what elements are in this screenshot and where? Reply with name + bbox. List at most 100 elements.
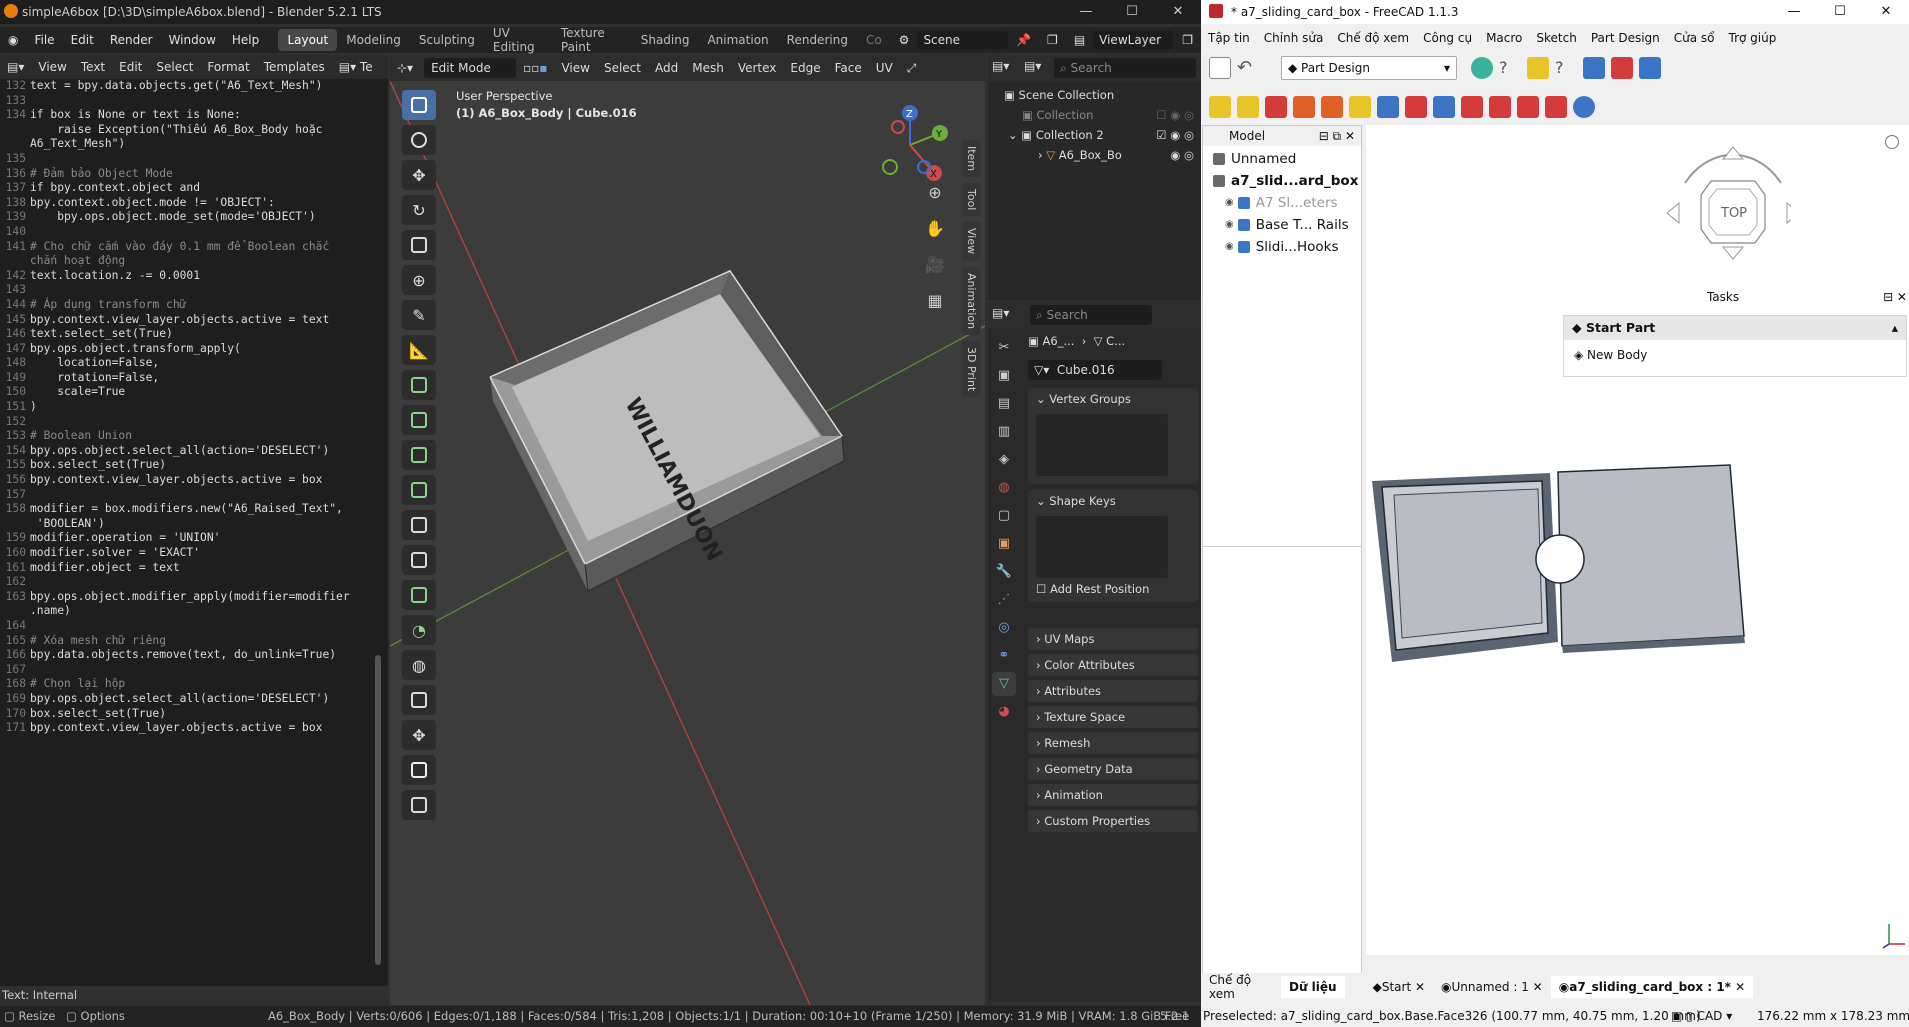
select-box-tool[interactable]: [402, 90, 436, 120]
sidebar-tab-3d-print[interactable]: 3D Print: [962, 340, 981, 397]
code-area[interactable]: 132 text = bpy.data.objects.get("A6_Text_…: [0, 79, 380, 736]
text-scrollbar[interactable]: [375, 655, 381, 965]
tab-sculpting[interactable]: Sculpting: [410, 29, 484, 51]
view-layer-props-icon[interactable]: ▥: [992, 420, 1016, 444]
scene-selector[interactable]: Scene: [917, 30, 1009, 50]
properties-search[interactable]: ⌕ Search: [1030, 305, 1152, 325]
fc-menu-item[interactable]: Sketch: [1529, 31, 1583, 45]
code-line[interactable]: 143: [0, 283, 380, 298]
tree-item[interactable]: ◉ Slidi...Hooks: [1203, 236, 1361, 258]
tab-compositing[interactable]: Co: [857, 29, 891, 51]
code-line[interactable]: 152: [0, 415, 380, 430]
camera-icon[interactable]: 🎥: [922, 252, 948, 278]
panel-attributes[interactable]: › Attributes: [1028, 680, 1198, 702]
3d-viewport[interactable]: ⊹▾ Edit Mode ▫▫▪ View Select Add Mesh Ve…: [390, 55, 985, 1005]
visibility-icon[interactable]: ◉: [1225, 214, 1234, 236]
code-line[interactable]: 151): [0, 400, 380, 415]
menu-window[interactable]: Window: [161, 33, 224, 47]
menu-file[interactable]: File: [26, 33, 62, 47]
navigation-cube[interactable]: TOP: [1661, 133, 1791, 263]
annotate-tool[interactable]: ✎: [402, 300, 436, 330]
groove-icon[interactable]: [1433, 96, 1455, 118]
pocket-icon[interactable]: [1377, 96, 1399, 118]
code-line[interactable]: 149 rotation=False,: [0, 371, 380, 386]
mesh-name-field[interactable]: ▽▾ Cube.016: [1028, 360, 1162, 380]
vp-menu-add[interactable]: Add: [648, 61, 685, 75]
fc-menu-item[interactable]: Part Design: [1584, 31, 1667, 45]
outliner-scene-collection[interactable]: ▣ Scene Collection: [994, 85, 1194, 105]
code-line[interactable]: 145 bpy.context.view_layer.objects.active…: [0, 313, 380, 328]
fc-menu-item[interactable]: Công cụ: [1416, 31, 1479, 45]
panel-geometry-data[interactable]: › Geometry Data: [1028, 758, 1198, 780]
view-layer-icon[interactable]: ▤: [1066, 33, 1093, 47]
outliner-search[interactable]: ⌕ Search: [1054, 58, 1196, 78]
transform-orientation-icon[interactable]: ⤢: [900, 61, 924, 76]
freecad-3d-view[interactable]: TOP: [1366, 125, 1909, 955]
scene-props-icon[interactable]: ◈: [992, 448, 1016, 472]
doc-tab-unnamed[interactable]: ◉ Unnamed : 1 ✕: [1433, 976, 1551, 998]
code-line[interactable]: 136 # Đảm bảo Object Mode: [0, 167, 380, 182]
sidebar-tab-view[interactable]: View: [962, 222, 981, 261]
visibility-icon[interactable]: ◉: [1225, 236, 1234, 258]
te-menu-view[interactable]: View: [31, 60, 73, 74]
hole-icon[interactable]: [1405, 96, 1427, 118]
subtractive-primitive-icon[interactable]: [1545, 96, 1567, 118]
pad-icon[interactable]: [1209, 96, 1231, 118]
code-line[interactable]: 165 # Xóa mesh chữ riêng: [0, 634, 380, 649]
menu-render[interactable]: Render: [102, 33, 161, 47]
new-body-action[interactable]: ◈ New Body: [1564, 340, 1906, 370]
fc-menu-item[interactable]: Macro: [1479, 31, 1529, 45]
close-icon[interactable]: ✕: [1155, 0, 1201, 24]
subtractive-pipe-icon[interactable]: [1489, 96, 1511, 118]
extrude-tool[interactable]: [402, 405, 436, 435]
grid-perspective-icon[interactable]: ▦: [922, 288, 948, 314]
inset-tool[interactable]: [402, 440, 436, 470]
bevel-tool[interactable]: [402, 475, 436, 505]
new-view-layer-icon[interactable]: ❐: [1174, 33, 1201, 47]
code-line[interactable]: 161 modifier.object = text: [0, 561, 380, 576]
code-line[interactable]: 132 text = bpy.data.objects.get("A6_Text_…: [0, 79, 380, 94]
tab-data[interactable]: Dữ liệu: [1281, 976, 1345, 998]
mesh-data-props-icon[interactable]: ▽: [992, 672, 1016, 696]
mode-selector[interactable]: Edit Mode: [424, 58, 517, 78]
tree-item[interactable]: Unnamed: [1203, 148, 1361, 170]
te-menu-templates[interactable]: Templates: [257, 60, 332, 74]
minimize-icon[interactable]: —: [1063, 0, 1109, 24]
code-line[interactable]: 157: [0, 488, 380, 503]
doc-tab-start[interactable]: ◆ Start ✕: [1365, 976, 1433, 998]
outliner-editor-icon[interactable]: ▤▾: [992, 59, 1009, 73]
code-line[interactable]: 137 if bpy.context.object and: [0, 181, 380, 196]
code-line[interactable]: raise Exception("Thiếu A6_Box_Body hoặc: [0, 123, 380, 138]
close-icon[interactable]: ✕: [1863, 0, 1909, 24]
code-line[interactable]: 141 # Cho chữ cắm vào đáy 0.1 mm để Boole…: [0, 240, 380, 255]
code-line[interactable]: 139 bpy.ops.object.mode_set(mode='OBJECT…: [0, 210, 380, 225]
fc-menu-item[interactable]: Trợ giúp: [1722, 31, 1784, 45]
fc-menu-item[interactable]: Cửa sổ: [1667, 31, 1722, 45]
blender-logo-icon[interactable]: ◉: [0, 33, 26, 47]
sketch-icon[interactable]: [1611, 57, 1633, 79]
code-line[interactable]: 150 scale=True: [0, 385, 380, 400]
outliner-collection-2[interactable]: ⌄ ▣ Collection 2 ☑ ◉ ◎: [994, 125, 1194, 145]
spin-tool[interactable]: ◔: [402, 615, 436, 645]
additive-primitive-icon[interactable]: [1349, 96, 1371, 118]
te-menu-format[interactable]: Format: [200, 60, 256, 74]
fit-all-icon[interactable]: [1471, 57, 1493, 79]
code-line[interactable]: A6_Text_Mesh"): [0, 137, 380, 152]
measure-tool[interactable]: 📐: [402, 335, 436, 365]
datum-icon[interactable]: [1639, 57, 1661, 79]
tool-props-icon[interactable]: ✂: [992, 336, 1016, 360]
shrink-fatten-tool[interactable]: ✥: [402, 720, 436, 750]
text-datablock-icon[interactable]: ▤▾ Te: [332, 60, 380, 74]
additive-pipe-icon[interactable]: [1293, 96, 1315, 118]
vp-menu-vertex[interactable]: Vertex: [731, 61, 784, 75]
view-layer-selector[interactable]: ViewLayer: [1093, 30, 1175, 50]
tab-animation[interactable]: Animation: [698, 29, 777, 51]
constraints-props-icon[interactable]: ⚭: [992, 644, 1016, 668]
code-line[interactable]: 146 text.select_set(True): [0, 327, 380, 342]
code-line[interactable]: 154 bpy.ops.object.select_all(action='DES…: [0, 444, 380, 459]
rip-tool[interactable]: [402, 790, 436, 820]
code-line[interactable]: 168 # Chọn lại hộp: [0, 677, 380, 692]
scale-tool[interactable]: [402, 230, 436, 260]
code-line[interactable]: 159 modifier.operation = 'UNION': [0, 531, 380, 546]
code-line[interactable]: 138 bpy.context.object.mode != 'OBJECT':: [0, 196, 380, 211]
